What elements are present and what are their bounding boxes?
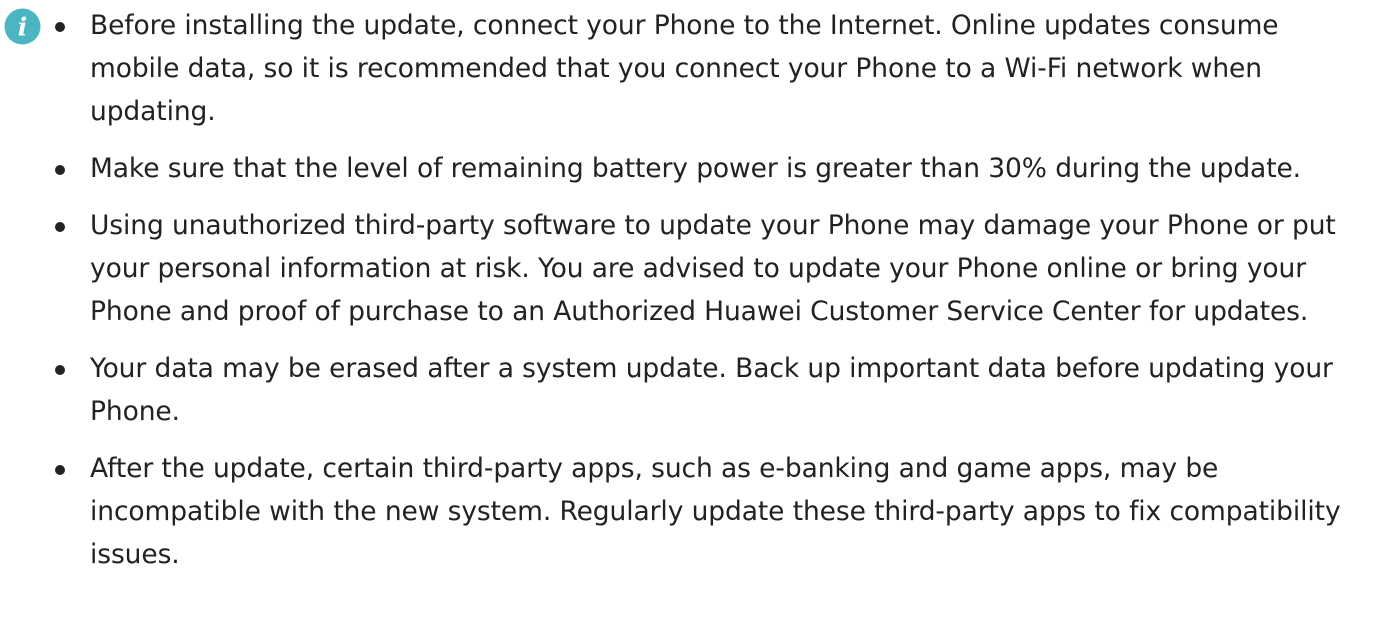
info-icon: i — [4, 8, 41, 45]
bullet-icon — [55, 165, 65, 175]
note-text: Your data may be erased after a system u… — [90, 353, 1333, 427]
note-text: After the update, certain third-party ap… — [90, 453, 1341, 570]
list-item: Make sure that the level of remaining ba… — [50, 147, 1368, 190]
bullet-icon — [55, 365, 65, 375]
note-text: Before installing the update, connect yo… — [90, 10, 1279, 127]
bullet-icon — [55, 22, 65, 32]
bullet-icon — [55, 222, 65, 232]
list-item: Your data may be erased after a system u… — [50, 347, 1368, 433]
bullet-icon — [55, 465, 65, 475]
list-item: Before installing the update, connect yo… — [50, 4, 1368, 133]
list-item: After the update, certain third-party ap… — [50, 447, 1368, 576]
list-item: Using unauthorized third-party software … — [50, 204, 1368, 333]
note-text: Make sure that the level of remaining ba… — [90, 153, 1302, 184]
notes-list: Before installing the update, connect yo… — [50, 4, 1368, 590]
note-text: Using unauthorized third-party software … — [90, 210, 1336, 327]
info-glyph: i — [18, 13, 28, 42]
